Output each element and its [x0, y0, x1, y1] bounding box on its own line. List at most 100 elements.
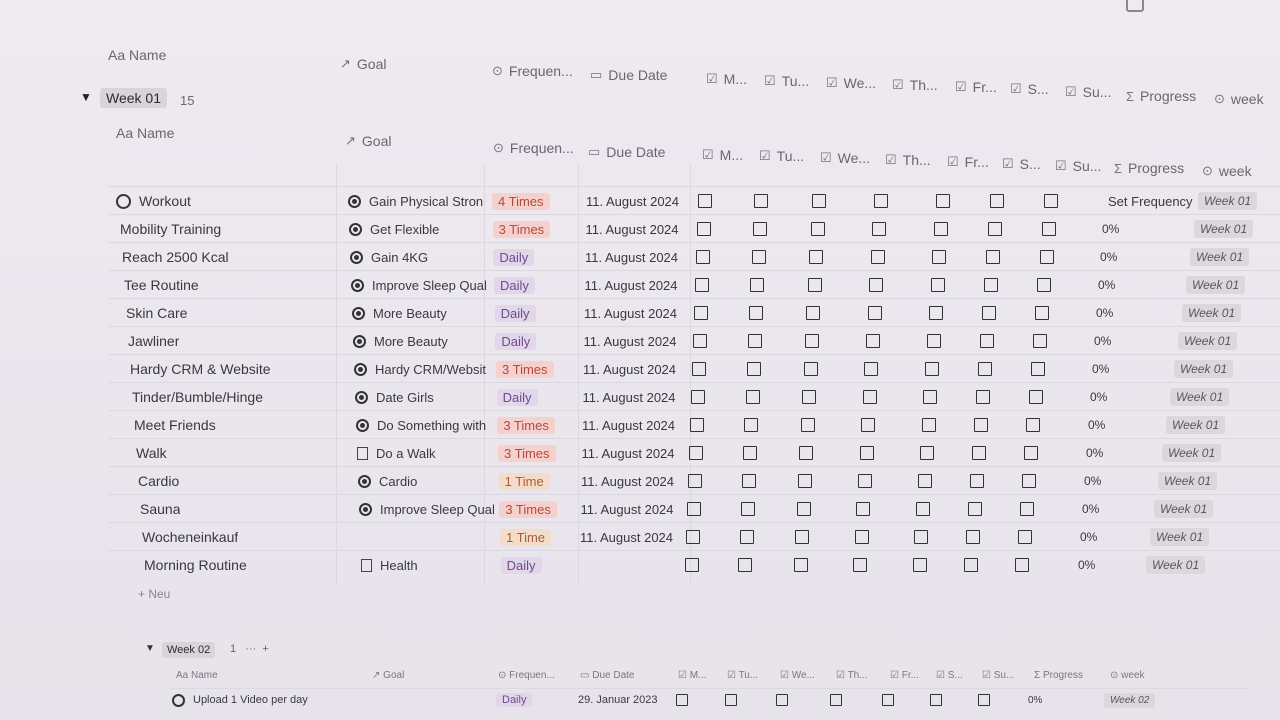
row-week-cell[interactable]: Week 01	[1194, 215, 1254, 243]
table-row[interactable]: Workout Gain Physical Stron 4 Times 11. Aug…	[108, 186, 1280, 215]
thu-checkbox[interactable]	[862, 390, 877, 404]
sun-checkbox[interactable]	[1035, 306, 1050, 320]
group-header-thu[interactable]: ☑ Th...	[885, 152, 931, 168]
row-due-cell[interactable]: 29. Januar 2023	[578, 689, 658, 711]
row-name-cell[interactable]: Sauna	[140, 495, 180, 523]
table-row[interactable]: Upload 1 Video per day Daily 29. Januar …	[170, 688, 1250, 711]
mon-checkbox[interactable]	[687, 502, 701, 516]
row-frequency-cell[interactable]: Daily	[496, 689, 533, 711]
w2-header-tue[interactable]: ☑ Tu...	[727, 670, 758, 681]
mon-checkbox[interactable]	[697, 222, 711, 236]
sat-checkbox[interactable]	[974, 418, 988, 432]
row-frequency-cell[interactable]: Daily	[496, 383, 538, 411]
sun-checkbox[interactable]	[1041, 222, 1056, 236]
tue-checkbox[interactable]	[749, 306, 764, 320]
table-row[interactable]: Tee Routine Improve Sleep Qual Daily 11. Au…	[108, 270, 1280, 299]
w2-header-name[interactable]: Aa Name	[176, 670, 218, 681]
group-header-mon[interactable]: ☑ M...	[702, 147, 743, 163]
row-frequency-cell[interactable]: 3 Times	[496, 355, 554, 383]
sat-checkbox[interactable]	[990, 194, 1004, 208]
row-due-cell[interactable]: 11. August 2024	[585, 243, 678, 271]
tue-checkbox[interactable]	[752, 222, 767, 236]
thu-checkbox[interactable]	[866, 334, 880, 348]
header-goal-col[interactable]: ↗ Goal	[340, 56, 386, 72]
sat-checkbox[interactable]	[988, 222, 1002, 236]
group-week01-tag[interactable]: Week 01	[100, 88, 167, 108]
mon-checkbox[interactable]	[698, 194, 712, 208]
row-due-cell[interactable]: 11. August 2024	[581, 467, 674, 495]
row-week-cell[interactable]: Week 01	[1186, 271, 1246, 299]
row-name-cell[interactable]: Meet Friends	[134, 411, 216, 439]
sun-checkbox[interactable]	[1022, 474, 1036, 488]
row-week-cell[interactable]: Week 02	[1104, 689, 1156, 711]
table-row[interactable]: Hardy CRM & Website Hardy CRM/Websit 3 Tim…	[108, 354, 1280, 383]
tue-checkbox[interactable]	[746, 362, 761, 376]
wed-checkbox[interactable]	[809, 250, 824, 264]
row-week-cell[interactable]: Week 01	[1154, 495, 1214, 523]
tue-checkbox[interactable]	[745, 390, 760, 404]
row-goal-cell[interactable]: Hardy CRM/Websit	[354, 355, 494, 383]
mon-checkbox[interactable]	[690, 418, 704, 432]
mon-checkbox[interactable]	[686, 530, 700, 544]
row-week-cell[interactable]: Week 01	[1146, 551, 1206, 579]
row-name-cell[interactable]: Hardy CRM & Website	[130, 355, 271, 383]
tue-checkbox[interactable]	[748, 334, 762, 348]
group-header-name[interactable]: Aa Name	[116, 125, 174, 141]
bookmark-icon[interactable]	[1126, 0, 1144, 12]
sun-checkbox[interactable]	[1017, 530, 1032, 544]
sun-checkbox[interactable]	[1028, 390, 1043, 404]
table-row[interactable]: Meet Friends Do Something with 3 Times 11. …	[108, 410, 1280, 439]
thu-checkbox[interactable]	[869, 278, 884, 292]
header-sun-col[interactable]: ☑ Su...	[1065, 84, 1111, 100]
fri-checkbox[interactable]	[921, 418, 936, 432]
thu-checkbox[interactable]	[854, 530, 869, 544]
thu-checkbox[interactable]	[853, 558, 868, 572]
sun-checkbox[interactable]	[1024, 446, 1039, 460]
header-mon-col[interactable]: ☑ M...	[706, 71, 747, 87]
fri-checkbox[interactable]	[882, 694, 894, 706]
row-name-cell[interactable]: Morning Routine	[144, 551, 247, 579]
group-header-progress[interactable]: Σ Progress	[1114, 160, 1184, 176]
fri-checkbox[interactable]	[927, 334, 941, 348]
group-header-tue[interactable]: ☑ Tu...	[759, 148, 804, 164]
row-goal-cell[interactable]	[360, 523, 500, 551]
thu-checkbox[interactable]	[830, 694, 842, 706]
fri-checkbox[interactable]	[930, 278, 945, 292]
row-goal-cell[interactable]: More Beauty	[353, 327, 493, 355]
header-fri-col[interactable]: ☑ Fr...	[955, 79, 997, 95]
wed-checkbox[interactable]	[793, 558, 808, 572]
table-row[interactable]: Wocheneinkauf 1 Time 11. August 2024 0% Week…	[108, 522, 1280, 551]
row-frequency-cell[interactable]: 1 Time	[500, 523, 552, 551]
w2-header-sat[interactable]: ☑ S...	[936, 670, 963, 681]
row-due-cell[interactable]: 11. August 2024	[583, 383, 676, 411]
row-week-cell[interactable]: Week 01	[1162, 439, 1222, 467]
sat-checkbox[interactable]	[986, 250, 1000, 264]
wed-checkbox[interactable]	[802, 390, 817, 404]
row-name-cell[interactable]: Tinder/Bumble/Hinge	[132, 383, 263, 411]
row-frequency-cell[interactable]: Daily	[494, 271, 535, 299]
row-goal-cell[interactable]: Improve Sleep Qual	[351, 271, 491, 299]
header-week-col[interactable]: ⊙ week	[1214, 91, 1264, 107]
w2-header-wed[interactable]: ☑ We...	[780, 670, 815, 681]
row-due-cell[interactable]: 11. August 2024	[582, 411, 675, 439]
tue-checkbox[interactable]	[754, 194, 768, 208]
sat-checkbox[interactable]	[968, 502, 982, 516]
wed-checkbox[interactable]	[776, 694, 788, 706]
mon-checkbox[interactable]	[696, 250, 710, 264]
row-week-cell[interactable]: Week 01	[1198, 187, 1258, 215]
row-goal-cell[interactable]: Do a Walk	[357, 439, 497, 467]
sat-checkbox[interactable]	[966, 530, 980, 544]
mon-checkbox[interactable]	[694, 306, 708, 320]
row-goal-cell[interactable]: More Beauty	[352, 299, 492, 327]
fri-checkbox[interactable]	[914, 530, 929, 544]
header-name-col[interactable]: Aa Name	[108, 47, 166, 63]
group-header-sun[interactable]: ☑ Su...	[1055, 158, 1101, 174]
table-row[interactable]: Tinder/Bumble/Hinge Date Girls Daily 11. Au…	[108, 382, 1280, 411]
sat-checkbox[interactable]	[978, 362, 992, 376]
thu-checkbox[interactable]	[872, 222, 887, 236]
wed-checkbox[interactable]	[812, 194, 826, 208]
sat-checkbox[interactable]	[980, 334, 994, 348]
sun-checkbox[interactable]	[1019, 502, 1034, 516]
row-due-cell[interactable]: 11. August 2024	[580, 523, 673, 551]
sat-checkbox[interactable]	[972, 446, 986, 460]
